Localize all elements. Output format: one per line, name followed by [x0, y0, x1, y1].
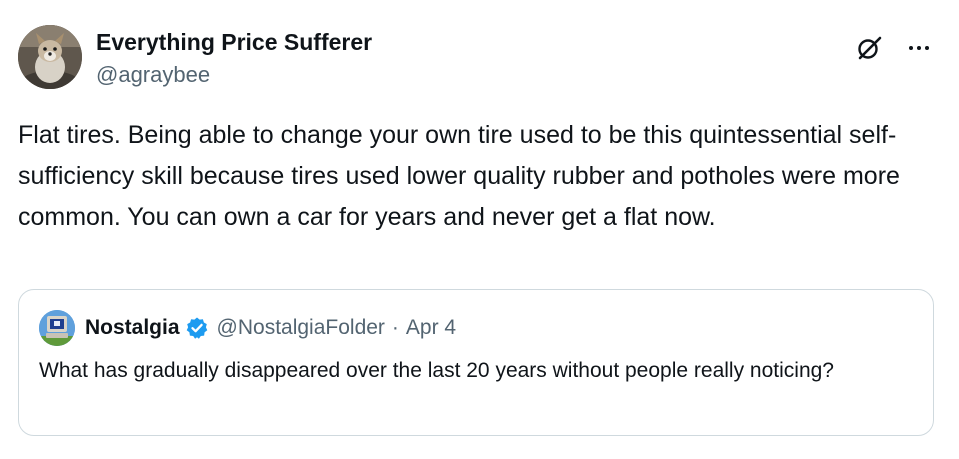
author-name[interactable]: Everything Price Sufferer	[96, 27, 372, 57]
tweet-text: Flat tires. Being able to change your ow…	[18, 121, 900, 231]
more-dot-icon	[909, 46, 913, 50]
quoted-tweet-card[interactable]: Nostalgia @NostalgiaFolder · Apr 4 What …	[18, 289, 934, 436]
quote-date[interactable]: Apr 4	[406, 316, 456, 340]
author-handle[interactable]: @agraybee	[96, 60, 210, 90]
more-dot-icon	[925, 46, 929, 50]
retro-computer-avatar-icon	[39, 310, 75, 346]
quote-author-handle[interactable]: @NostalgiaFolder	[217, 316, 385, 340]
dog-photo-avatar-icon	[18, 25, 82, 89]
author-avatar[interactable]	[18, 25, 82, 89]
verified-badge-icon[interactable]	[185, 316, 209, 340]
quote-text: What has gradually disappeared over the …	[39, 359, 834, 382]
quote-author-name[interactable]: Nostalgia	[85, 316, 180, 340]
quote-avatar[interactable]	[39, 310, 75, 346]
grok-icon[interactable]	[855, 34, 883, 62]
quote-separator: ·	[391, 316, 399, 339]
more-options-icon[interactable]	[904, 34, 934, 62]
more-dot-icon	[917, 46, 921, 50]
quote-header: Nostalgia @NostalgiaFolder · Apr 4	[85, 313, 456, 343]
